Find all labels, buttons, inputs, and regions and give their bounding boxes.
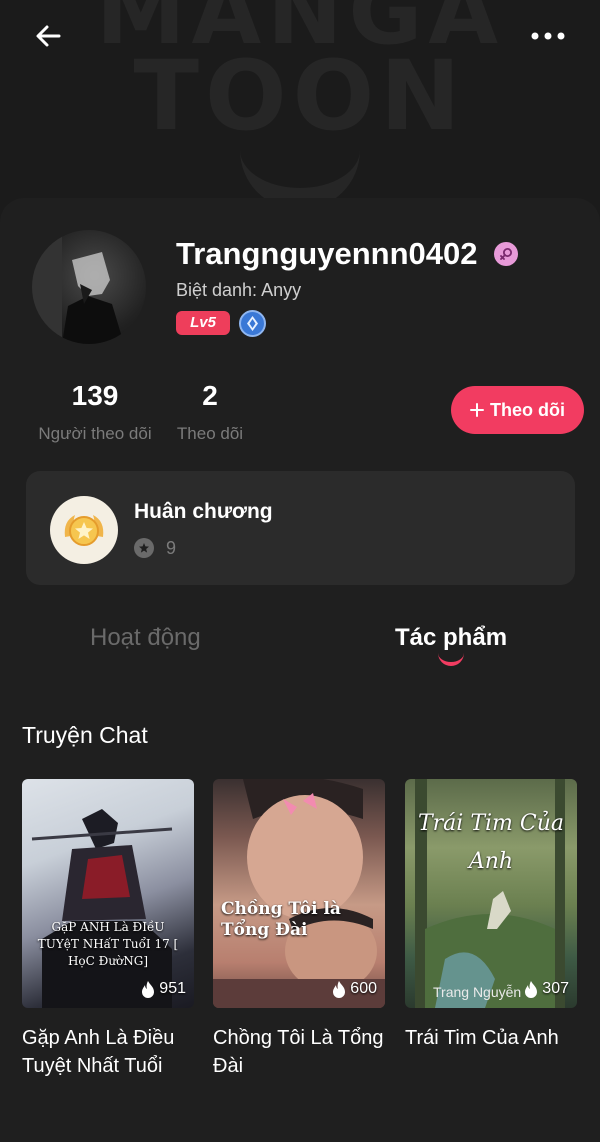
following-label: Theo dõi — [176, 424, 244, 443]
plus-icon — [470, 403, 484, 417]
view-count-value: 600 — [350, 980, 377, 997]
medal-icon — [50, 496, 118, 564]
fire-icon — [142, 980, 155, 998]
nickname: Biệt danh: Anyy — [176, 280, 302, 300]
medal-title: Huân chương — [134, 500, 273, 523]
author-badge-icon[interactable] — [239, 310, 266, 337]
female-icon — [494, 242, 518, 266]
cover-caption: GặP ANH Là ĐIềU TUYệT NHấT TuổI 17 [ HọC… — [37, 920, 179, 968]
tab-works[interactable]: Tác phẩm — [395, 624, 507, 652]
avatar[interactable] — [32, 230, 146, 344]
book-cover: Trái Tim Của Anh Trang Nguyễn 307 — [405, 779, 577, 1008]
following-count[interactable]: 2 — [170, 380, 250, 412]
book-cover: GặP ANH Là ĐIềU TUYệT NHấT TuổI 17 [ HọC… — [22, 779, 194, 1008]
book-cover: Chồng Tôi là Tổng Đài 600 — [213, 779, 385, 1008]
profile-banner: MANGA TOON — [0, 0, 600, 220]
follow-button-label: Theo dõi — [490, 399, 565, 420]
cover-caption: Chồng Tôi là Tổng Đài — [221, 899, 341, 940]
view-count-value: 307 — [542, 980, 569, 997]
follow-button[interactable]: Theo dõi — [451, 386, 584, 434]
back-arrow-icon — [36, 25, 61, 47]
cover-caption: Trái Tim Của Anh — [417, 811, 565, 874]
star-icon — [134, 538, 154, 558]
cover-illustration — [213, 779, 385, 1008]
view-count: 951 — [141, 980, 186, 998]
view-count: 307 — [524, 980, 569, 998]
more-options-button[interactable] — [526, 14, 570, 58]
tab-activity[interactable]: Hoạt động — [90, 624, 201, 652]
fire-icon — [525, 980, 538, 998]
level-badge: Lv5 — [176, 311, 230, 335]
banner-logo-line2: TOON — [133, 40, 467, 152]
book-card[interactable]: Chồng Tôi là Tổng Đài 600 Chồng Tôi Là T… — [213, 779, 385, 1080]
cover-illustration — [31, 809, 173, 1008]
book-card[interactable]: Trái Tim Của Anh Trang Nguyễn 307 Trái T… — [405, 779, 577, 1052]
followers-label: Người theo dõi — [38, 424, 152, 443]
back-button[interactable] — [26, 14, 70, 58]
followers-count[interactable]: 139 — [30, 380, 160, 412]
view-count-value: 951 — [159, 980, 186, 997]
section-title: Truyện Chat — [22, 722, 148, 748]
fire-icon — [333, 980, 346, 998]
cover-author: Trang Nguyễn — [433, 984, 522, 1000]
book-card[interactable]: GặP ANH Là ĐIềU TUYệT NHấT TuổI 17 [ HọC… — [22, 779, 194, 1080]
book-title[interactable]: Chồng Tôi Là Tổng Đài — [213, 1024, 385, 1080]
avatar-image — [32, 230, 124, 344]
more-icon — [531, 32, 565, 40]
book-title[interactable]: Gặp Anh Là Điều Tuyệt Nhất Tuổi — [22, 1024, 194, 1080]
medal-count: 9 — [166, 538, 177, 558]
username: Trangnguyennn0402 — [176, 236, 478, 271]
view-count: 600 — [332, 980, 377, 998]
book-title[interactable]: Trái Tim Của Anh — [405, 1024, 577, 1052]
